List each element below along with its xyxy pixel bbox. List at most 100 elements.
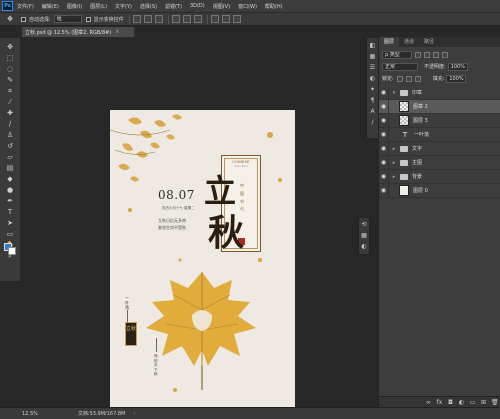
- crop-tool-icon[interactable]: ⌗: [4, 86, 16, 97]
- align-center-icon[interactable]: [182, 15, 191, 23]
- menu-view[interactable]: 视图(V): [213, 3, 230, 10]
- visibility-eye-icon[interactable]: ◉: [379, 169, 389, 184]
- marquee-tool-icon[interactable]: ⬚: [4, 53, 16, 64]
- move-tool-icon[interactable]: ✥: [3, 14, 17, 24]
- menu-3d[interactable]: 3D(D): [190, 3, 205, 9]
- layer-filter-kind[interactable]: ρ 类型: [382, 50, 412, 59]
- filter-shape-icon[interactable]: [442, 51, 448, 58]
- new-group-icon[interactable]: ▭: [469, 399, 476, 406]
- menu-help[interactable]: 帮助(H): [265, 3, 283, 10]
- visibility-eye-icon[interactable]: ◉: [379, 141, 389, 156]
- expand-arrow-icon[interactable]: ▾: [391, 90, 397, 96]
- distribute-icon[interactable]: [221, 15, 230, 23]
- lock-all-icon[interactable]: [414, 75, 421, 82]
- visibility-eye-icon[interactable]: ◉: [379, 155, 389, 170]
- delete-layer-icon[interactable]: 🗑: [491, 399, 499, 406]
- expand-arrow-icon[interactable]: ▸: [391, 174, 397, 180]
- color-panel-icon[interactable]: ◧: [369, 42, 377, 50]
- visibility-eye-icon[interactable]: ◉: [379, 113, 389, 128]
- filter-pixel-icon[interactable]: [415, 51, 421, 58]
- visibility-eye-icon[interactable]: ◉: [379, 99, 389, 114]
- layer-row-text[interactable]: ◉ T 一叶落: [379, 127, 500, 142]
- menu-layer[interactable]: 图层(L): [90, 3, 107, 10]
- type-tool-icon[interactable]: T: [4, 207, 16, 218]
- link-layers-icon[interactable]: ∞: [425, 399, 432, 406]
- brush-settings-icon[interactable]: ∕: [369, 119, 377, 127]
- expand-arrow-icon[interactable]: ▸: [391, 160, 397, 166]
- visibility-eye-icon[interactable]: ◉: [379, 85, 389, 100]
- swatches-icon[interactable]: ▦: [369, 53, 377, 61]
- auto-select-dropdown[interactable]: 组: [53, 15, 82, 23]
- layer-row-selected[interactable]: ◉ 图章 2: [379, 99, 500, 114]
- lock-pixels-icon[interactable]: [396, 75, 403, 82]
- document-tab[interactable]: 立秋.psd @ 12.5% (图章2, RGB/8#) ×: [22, 27, 134, 37]
- tab-paths[interactable]: 路径: [419, 37, 439, 47]
- layer-row-group[interactable]: ◉ ▾ 印章: [379, 85, 500, 100]
- tab-channels[interactable]: 通道: [399, 37, 419, 47]
- expand-arrow-icon[interactable]: ▸: [391, 146, 397, 152]
- path-select-tool-icon[interactable]: ➤: [4, 218, 16, 229]
- distribute-icon[interactable]: [232, 15, 241, 23]
- align-middle-icon[interactable]: [143, 15, 152, 23]
- visibility-eye-icon[interactable]: ◉: [379, 183, 389, 198]
- move-tool-icon[interactable]: ✥: [4, 42, 16, 53]
- blend-mode-select[interactable]: 正常: [382, 62, 418, 71]
- opacity-input[interactable]: 100%: [447, 62, 468, 71]
- layer-row[interactable]: ◉ 图层 0: [379, 183, 500, 198]
- layer-style-icon[interactable]: fx: [436, 399, 443, 406]
- distribute-icon[interactable]: [210, 15, 219, 23]
- status-menu-arrow-icon[interactable]: ›: [133, 411, 135, 417]
- layer-row-group[interactable]: ◉ ▸ 背景: [379, 169, 500, 184]
- layer-row[interactable]: ◉ 图层 3: [379, 113, 500, 128]
- styles-icon[interactable]: ✦: [369, 86, 377, 94]
- eraser-tool-icon[interactable]: ▱: [4, 152, 16, 163]
- stamp-tool-icon[interactable]: ♙: [4, 130, 16, 141]
- menu-filter[interactable]: 滤镜(T): [165, 3, 182, 10]
- fill-input[interactable]: 100%: [446, 74, 467, 83]
- align-bottom-icon[interactable]: [154, 15, 163, 23]
- filter-type-icon[interactable]: [433, 51, 439, 58]
- add-mask-icon[interactable]: ◘: [447, 399, 454, 406]
- layer-row-group[interactable]: ◉ ▸ 文字: [379, 141, 500, 156]
- healing-tool-icon[interactable]: ✚: [4, 108, 16, 119]
- filter-adjust-icon[interactable]: [424, 51, 430, 58]
- align-left-icon[interactable]: [171, 15, 180, 23]
- pen-tool-icon[interactable]: ✒: [4, 196, 16, 207]
- auto-select-checkbox[interactable]: [21, 16, 26, 22]
- properties-icon[interactable]: ▦: [360, 232, 368, 240]
- canvas-area[interactable]: 08.07 农历六月十七 星期二 立秋日后无多热 渐觉生凉不是秋 CHINESE…: [20, 37, 370, 407]
- menu-select[interactable]: 选择(S): [140, 3, 157, 10]
- background-color-swatch[interactable]: [8, 247, 16, 255]
- quick-select-tool-icon[interactable]: ✎: [4, 75, 16, 86]
- libraries-icon[interactable]: ☰: [369, 64, 377, 72]
- menu-image[interactable]: 图像(I): [67, 3, 82, 10]
- lasso-tool-icon[interactable]: ◌: [4, 64, 16, 75]
- character-icon[interactable]: A: [369, 108, 377, 116]
- history-brush-icon[interactable]: ↺: [4, 141, 16, 152]
- menu-window[interactable]: 窗口(W): [238, 3, 257, 10]
- adjustments-icon[interactable]: ◐: [360, 243, 368, 251]
- menu-edit[interactable]: 编辑(E): [42, 3, 59, 10]
- close-icon[interactable]: ×: [115, 29, 119, 35]
- brush-tool-icon[interactable]: ∕: [4, 119, 16, 130]
- lock-position-icon[interactable]: [405, 75, 412, 82]
- poster-artboard[interactable]: 08.07 农历六月十七 星期二 立秋日后无多热 渐觉生凉不是秋 CHINESE…: [110, 110, 295, 407]
- new-layer-icon[interactable]: ⊞: [480, 399, 487, 406]
- shape-tool-icon[interactable]: ▭: [4, 229, 16, 240]
- menu-type[interactable]: 文字(Y): [115, 3, 132, 10]
- gradient-tool-icon[interactable]: ▤: [4, 163, 16, 174]
- zoom-level[interactable]: 12.5%: [22, 411, 38, 417]
- paragraph-icon[interactable]: ¶: [369, 97, 377, 105]
- adjustments-icon[interactable]: ◐: [369, 75, 377, 83]
- visibility-eye-icon[interactable]: ◉: [379, 127, 389, 142]
- dodge-tool-icon[interactable]: ●: [4, 185, 16, 196]
- adjustment-layer-icon[interactable]: ◐: [458, 399, 465, 406]
- menu-file[interactable]: 文件(F): [17, 3, 34, 10]
- tab-layers[interactable]: 图层: [379, 37, 400, 47]
- align-right-icon[interactable]: [193, 15, 202, 23]
- blur-tool-icon[interactable]: ◆: [4, 174, 16, 185]
- show-transform-checkbox[interactable]: [85, 16, 91, 22]
- eyedropper-tool-icon[interactable]: ⁄: [4, 97, 16, 108]
- align-top-icon[interactable]: [132, 15, 141, 23]
- layer-row-group[interactable]: ◉ ▸ 主图: [379, 155, 500, 170]
